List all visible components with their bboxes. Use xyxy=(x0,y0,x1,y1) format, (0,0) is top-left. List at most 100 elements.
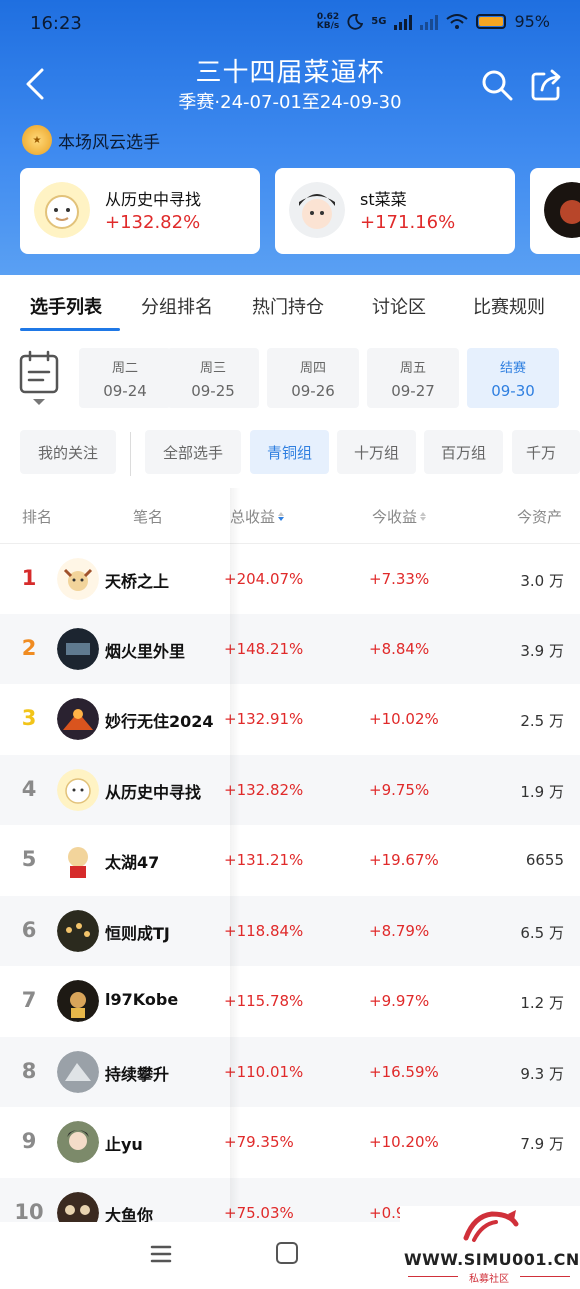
table-row[interactable]: 4 从历史中寻找 +132.82% +9.75% 1.9 万 xyxy=(0,755,580,825)
filter-bronze[interactable]: 青铜组 xyxy=(250,430,329,474)
row-name: 持续攀升 xyxy=(105,1065,170,1084)
filter-100k[interactable]: 十万组 xyxy=(337,430,416,474)
row-total: +110.01% xyxy=(224,1063,304,1081)
row-rank: 7 xyxy=(21,988,37,1012)
row-rank: 1 xyxy=(21,566,37,590)
row-today: +19.67% xyxy=(369,851,439,869)
row-total: +132.91% xyxy=(224,710,304,728)
row-today: +10.20% xyxy=(369,1133,439,1151)
row-asset: 2.5 万 xyxy=(520,712,564,730)
date-button[interactable]: 周三 09-25 xyxy=(167,348,259,408)
avatar xyxy=(57,980,99,1022)
tab-player-list[interactable]: 选手列表 xyxy=(30,293,102,319)
tab-rules[interactable]: 比赛规则 xyxy=(473,293,545,319)
date-weekday: 周二 xyxy=(111,361,138,376)
table-row[interactable]: 7 l97Kobe +115.78% +9.97% 1.2 万 xyxy=(0,966,580,1036)
network-type: 5G xyxy=(371,16,387,27)
tab-discussion[interactable]: 讨论区 xyxy=(372,293,426,319)
date-weekday: 周四 xyxy=(299,361,326,376)
filter-1m[interactable]: 百万组 xyxy=(424,430,503,474)
col-total[interactable]: 总收益 xyxy=(230,506,285,527)
row-rank: 9 xyxy=(21,1129,37,1153)
date-weekday: 结赛 xyxy=(499,361,526,376)
net-speed-unit: KB/s xyxy=(316,20,340,31)
menu-icon[interactable] xyxy=(150,1244,172,1264)
row-today: +9.75% xyxy=(369,781,430,799)
moon-icon xyxy=(347,13,364,30)
filter-my-follow[interactable]: 我的关注 xyxy=(20,430,116,474)
date-value: 09-30 xyxy=(491,382,535,400)
row-name: 妙行无住2024 xyxy=(105,712,214,731)
star-cards: 从历史中寻找 +132.82% st菜菜 +171.16% xyxy=(20,168,580,254)
table-header: 排名 笔名 总收益 今收益 今资产 xyxy=(0,488,580,544)
row-rank: 5 xyxy=(21,847,37,871)
star-players-title: 本场风云选手 xyxy=(58,132,160,153)
status-time: 16:23 xyxy=(30,13,82,34)
row-asset: 1.2 万 xyxy=(520,994,564,1012)
table-row[interactable]: 5 太湖47 +131.21% +19.67% 6655 xyxy=(0,825,580,895)
tab-hot-holdings[interactable]: 热门持仓 xyxy=(252,293,324,319)
row-total: +132.82% xyxy=(224,781,304,799)
status-right: 0.62 KB/s 5G 95% xyxy=(317,12,550,31)
row-today: +8.84% xyxy=(369,640,430,658)
row-name: 天桥之上 xyxy=(105,572,170,591)
row-asset: 3.0 万 xyxy=(520,572,564,590)
avatar xyxy=(57,628,99,670)
row-asset: 6655 xyxy=(525,851,564,869)
search-icon[interactable] xyxy=(480,68,514,102)
row-rank: 2 xyxy=(21,636,37,660)
col-name: 笔名 xyxy=(133,508,164,526)
home-icon[interactable] xyxy=(276,1242,298,1264)
row-today: +16.59% xyxy=(369,1063,439,1081)
date-weekday: 周三 xyxy=(199,361,226,376)
watermark-text: WWW.SIMU001.CN xyxy=(404,1250,580,1269)
row-asset: 3.9 万 xyxy=(520,642,564,660)
col-asset: 今资产 xyxy=(517,508,563,526)
star-card-partial[interactable] xyxy=(530,168,580,254)
row-total: +115.78% xyxy=(224,992,304,1010)
row-name: 恒则成TJ xyxy=(105,924,170,943)
row-total: +118.84% xyxy=(224,922,304,940)
date-button[interactable]: 周四 09-26 xyxy=(267,348,359,408)
col-rank: 排名 xyxy=(22,508,53,526)
avatar xyxy=(57,769,99,811)
avatar xyxy=(57,1121,99,1163)
row-name: 烟火里外里 xyxy=(105,642,186,661)
star-card[interactable]: 从历史中寻找 +132.82% xyxy=(20,168,260,254)
share-icon[interactable] xyxy=(530,68,562,102)
battery-level: 95% xyxy=(514,12,550,31)
row-today: +9.97% xyxy=(369,992,430,1010)
table-row[interactable]: 3 妙行无住2024 +132.91% +10.02% 2.5 万 xyxy=(0,684,580,754)
filter-divider xyxy=(130,432,131,476)
avatar xyxy=(544,182,580,238)
row-rank: 3 xyxy=(21,706,37,730)
table-row[interactable]: 8 持续攀升 +110.01% +16.59% 9.3 万 xyxy=(0,1037,580,1107)
row-total: +131.21% xyxy=(224,851,304,869)
tab-group-ranking[interactable]: 分组排名 xyxy=(141,293,213,319)
star-card-pct: +132.82% xyxy=(105,212,201,233)
watermark-subtext: 私募社区 xyxy=(404,1270,574,1285)
date-value: 09-25 xyxy=(191,382,235,400)
table-row[interactable]: 6 恒则成TJ +118.84% +8.79% 6.5 万 xyxy=(0,896,580,966)
filter-10m[interactable]: 千万 xyxy=(512,430,580,474)
row-asset: 6.5 万 xyxy=(520,924,564,942)
date-button[interactable]: 周二 09-24 xyxy=(79,348,171,408)
main-tabs: 选手列表 分组排名 热门持仓 讨论区 比赛规则 xyxy=(0,275,580,333)
battery-icon xyxy=(476,14,507,29)
star-card-pct: +171.16% xyxy=(360,212,456,233)
row-total: +75.03% xyxy=(224,1204,294,1222)
date-value: 09-27 xyxy=(391,382,435,400)
date-button-selected[interactable]: 结赛 09-30 xyxy=(467,348,559,408)
row-name: 太湖47 xyxy=(105,853,160,872)
col-total-label: 总收益 xyxy=(230,508,276,526)
calendar-icon[interactable] xyxy=(18,350,60,408)
star-card[interactable]: st菜菜 +171.16% xyxy=(275,168,515,254)
date-button[interactable]: 周五 09-27 xyxy=(367,348,459,408)
watermark-logo-icon xyxy=(463,1210,519,1242)
wifi-icon xyxy=(446,13,469,29)
filter-all[interactable]: 全部选手 xyxy=(145,430,241,474)
table-row[interactable]: 1 天桥之上 +204.07% +7.33% 3.0 万 xyxy=(0,544,580,614)
table-row[interactable]: 2 烟火里外里 +148.21% +8.84% 3.9 万 xyxy=(0,614,580,684)
col-today[interactable]: 今收益 xyxy=(372,506,427,527)
table-row[interactable]: 9 止yu +79.35% +10.20% 7.9 万 xyxy=(0,1107,580,1177)
